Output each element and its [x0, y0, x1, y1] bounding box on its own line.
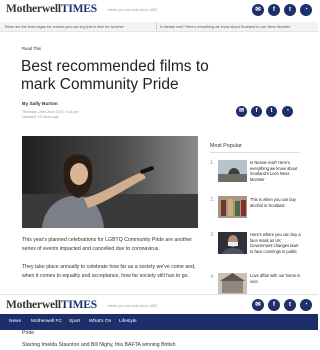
popular-link[interactable]: Is Nessie real? Here's everything we kno… — [250, 160, 302, 182]
popular-link[interactable]: This is when you can buy alcohol in Scot… — [250, 197, 302, 208]
sticky-header: MotherwellTIMES News you can trust since… — [0, 294, 318, 314]
facebook-icon[interactable]: f — [268, 4, 280, 16]
most-popular-heading: Most Popular — [210, 143, 242, 149]
logo-text-1: Motherwell — [6, 299, 61, 311]
twitter-icon[interactable]: t — [284, 299, 296, 311]
popular-thumbnail[interactable] — [218, 273, 247, 295]
site-logo[interactable]: MotherwellTIMES — [6, 299, 97, 311]
popular-thumbnail[interactable] — [218, 232, 247, 254]
nav-item-news[interactable]: News — [9, 319, 21, 324]
main-navigation: News Motherwell FC Sport What's On Lifes… — [0, 314, 318, 330]
whatsapp-share-icon[interactable]: ◔ — [282, 106, 293, 117]
popular-link[interactable]: Here's where you can buy a face mask as … — [250, 232, 302, 254]
ticker-item[interactable]: Is Nessie real? Here's everything we kno… — [160, 25, 290, 29]
article-author: By Sally Burton — [22, 102, 58, 107]
rank-number: 4. — [210, 274, 215, 280]
popular-link[interactable]: Love affair with our home is over — [250, 273, 302, 284]
nav-item-sport[interactable]: Sport — [69, 319, 80, 324]
ticker-divider — [156, 23, 157, 30]
section-label[interactable]: Read This — [22, 46, 41, 51]
site-header: MotherwellTIMES News you can trust since… — [0, 0, 318, 22]
headline-ticker: These are the best vegan ice creams you … — [0, 22, 318, 32]
facebook-share-icon[interactable]: f — [251, 106, 262, 117]
facebook-icon[interactable]: f — [268, 299, 280, 311]
twitter-share-icon[interactable]: t — [266, 106, 277, 117]
article-subheading: Pride — [22, 330, 35, 336]
article-paragraph: This year's planned celebrations for LGB… — [22, 237, 192, 252]
article-paragraph: Starring Imelda Staunton and Bill Nighy,… — [22, 342, 176, 348]
nav-item-whats-on[interactable]: What's On — [89, 319, 111, 324]
rank-number: 3. — [210, 232, 215, 238]
nav-item-motherwell-fc[interactable]: Motherwell FC — [31, 319, 62, 324]
rank-number: 2. — [210, 197, 215, 203]
nav-item-lifestyle[interactable]: Lifestyle — [119, 319, 137, 324]
site-tagline: News you can trust since 1882 — [108, 304, 157, 308]
whatsapp-icon[interactable]: ◔ — [300, 4, 312, 16]
logo-text-2: TIMES — [60, 3, 97, 15]
most-popular-divider — [210, 152, 300, 153]
article-hero-image — [22, 136, 198, 228]
email-share-icon[interactable]: ✉ — [252, 299, 264, 311]
ticker-item[interactable]: These are the best vegan ice creams you … — [4, 25, 124, 29]
popular-thumbnail[interactable] — [218, 196, 247, 218]
article-title: Best recommended films to mark Community… — [21, 58, 209, 93]
logo-text-1: Motherwell — [6, 3, 61, 15]
email-share-icon[interactable]: ✉ — [236, 106, 247, 117]
logo-text-2: TIMES — [60, 299, 97, 311]
site-tagline: News you can trust since 1882 — [108, 8, 157, 12]
email-share-icon[interactable]: ✉ — [252, 4, 264, 16]
updated-date: Updated: 15 hours ago — [22, 115, 59, 119]
twitter-icon[interactable]: t — [284, 4, 296, 16]
article-paragraph: They take place annually to celebrate ho… — [22, 264, 196, 279]
article-date: Thursday, 25th June 2020, 4:06 pm Update… — [22, 110, 78, 120]
site-logo[interactable]: MotherwellTIMES — [6, 3, 97, 15]
whatsapp-icon[interactable]: ◔ — [300, 299, 312, 311]
rank-number: 1. — [210, 160, 215, 166]
popular-thumbnail[interactable] — [218, 160, 247, 182]
